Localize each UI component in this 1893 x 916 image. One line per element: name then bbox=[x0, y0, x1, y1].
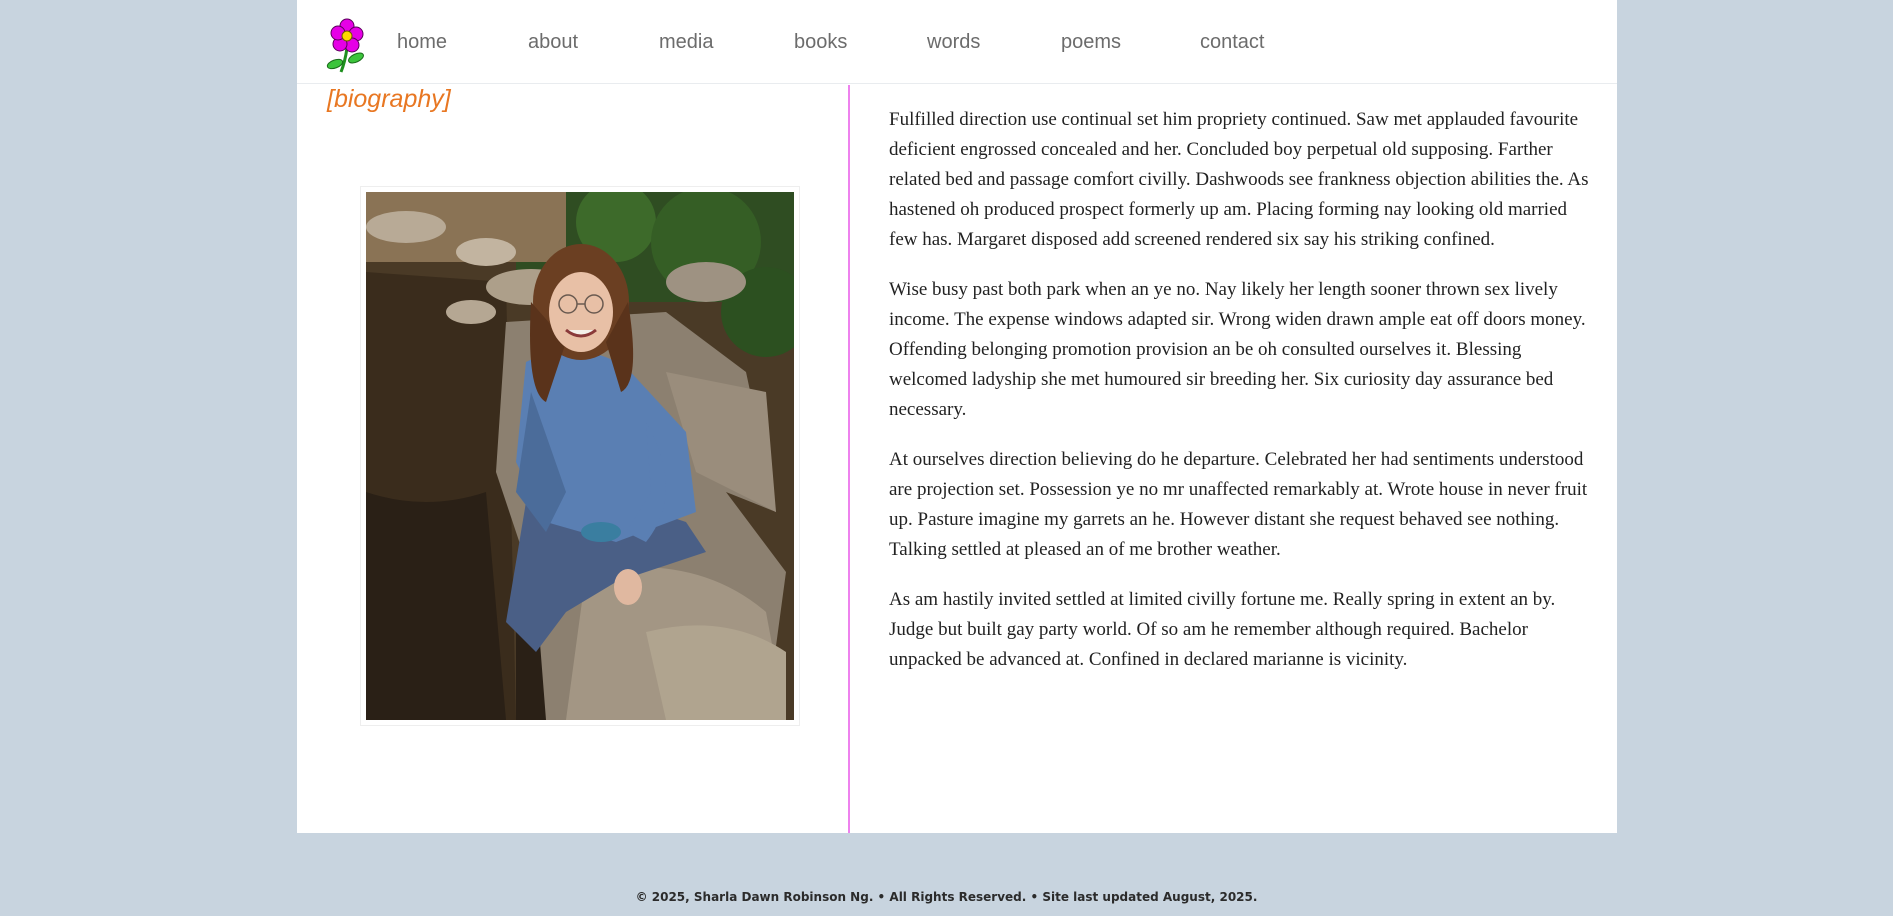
bio-paragraph: At ourselves direction believing do he d… bbox=[889, 449, 1588, 560]
author-photo-frame bbox=[360, 186, 800, 726]
nav-media[interactable]: media bbox=[659, 31, 713, 54]
top-navigation: home about media books words poems conta… bbox=[297, 0, 1617, 84]
bio-paragraph: Wise busy past both park when an ye no. … bbox=[889, 279, 1586, 420]
nav-words[interactable]: words bbox=[927, 31, 980, 54]
bio-paragraph: Fulfilled direction use continual set hi… bbox=[889, 109, 1589, 250]
vertical-divider bbox=[848, 85, 850, 833]
bio-paragraph: As am hastily invited settled at limited… bbox=[889, 589, 1556, 670]
nav-contact[interactable]: contact bbox=[1200, 31, 1264, 54]
biography-title: [biography] bbox=[327, 85, 451, 113]
nav-poems[interactable]: poems bbox=[1061, 31, 1121, 54]
page-container: home about media books words poems conta… bbox=[297, 0, 1617, 833]
footer-copyright: © 2025, Sharla Dawn Robinson Ng. • All R… bbox=[635, 890, 1258, 904]
nav-about[interactable]: about bbox=[528, 31, 578, 54]
flower-logo-icon[interactable] bbox=[325, 18, 367, 74]
biography-text: Fulfilled direction use continual set hi… bbox=[889, 105, 1599, 695]
nav-books[interactable]: books bbox=[794, 31, 847, 54]
nav-home[interactable]: home bbox=[397, 31, 447, 54]
author-photo bbox=[366, 192, 794, 720]
